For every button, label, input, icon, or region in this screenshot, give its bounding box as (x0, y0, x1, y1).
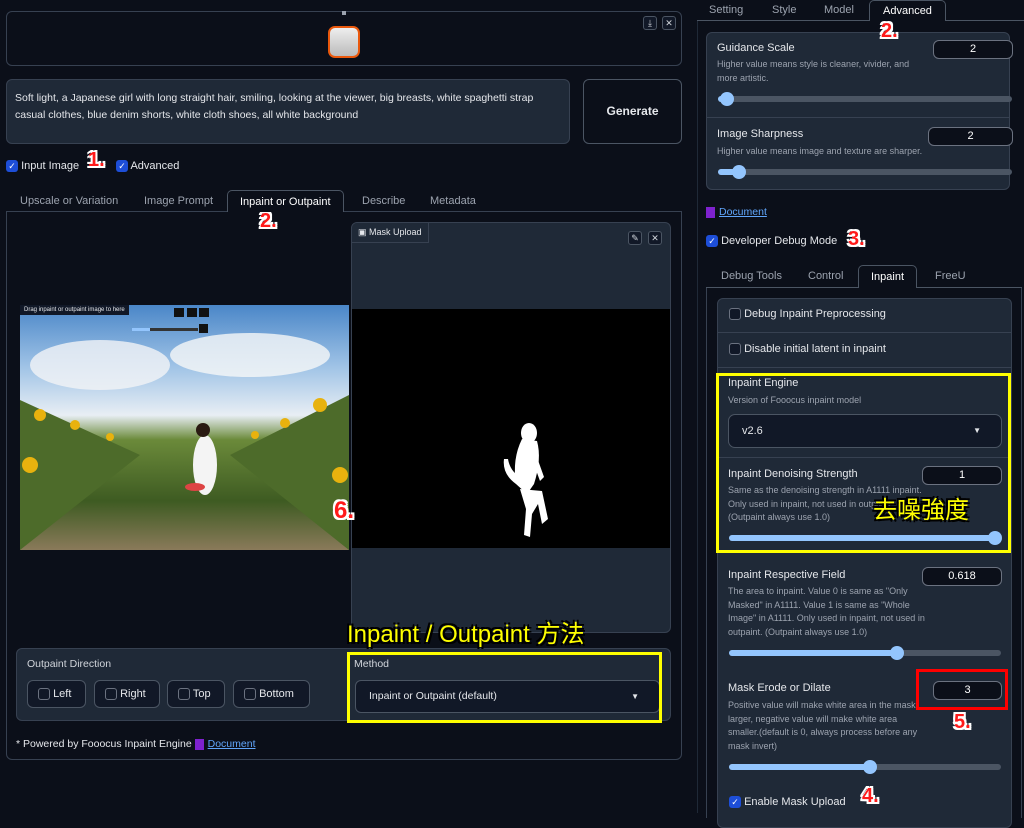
divider (718, 332, 1011, 333)
tab-debug-tools[interactable]: Debug Tools (709, 265, 794, 287)
close-icon[interactable]: ✕ (648, 231, 662, 245)
annotation-6: 6. (334, 497, 355, 524)
checkbox-icon (244, 688, 256, 701)
download-icon[interactable]: ⤓ (643, 16, 657, 30)
gallery-drag-handle[interactable] (342, 11, 346, 15)
checkbox-icon (178, 688, 190, 701)
right-divider (697, 21, 698, 813)
denoise-annotation: 去噪強度 (873, 497, 969, 524)
guidance-scale-input[interactable]: 2 (933, 40, 1013, 59)
annotation-2-right: 2. (881, 20, 898, 42)
inpaint-canvas[interactable]: Drag inpaint or outpaint image to here (20, 305, 349, 550)
tab-setting[interactable]: Setting (697, 0, 755, 20)
image-sharpness-desc: Higher value means image and texture are… (717, 146, 923, 156)
sunflower-field-photo (20, 333, 349, 550)
document-icon (706, 206, 715, 218)
tab-inpaint-or-outpaint[interactable]: Inpaint or Outpaint (227, 190, 344, 212)
tab-image-prompt[interactable]: Image Prompt (132, 190, 225, 212)
mask-erode-desc: Positive value will make white area in t… (728, 700, 918, 751)
input-image-checkbox[interactable]: ✓ Input Image (6, 160, 80, 173)
powered-by: * Powered by Fooocus Inpaint Engine Docu… (16, 738, 256, 750)
advanced-document: Document (706, 206, 767, 218)
guidance-scale-desc: Higher value means style is cleaner, viv… (717, 59, 910, 83)
checkbox-label: Advanced (130, 160, 180, 172)
input-image-tabs: Upscale or Variation Image Prompt Inpain… (6, 190, 682, 212)
divider (718, 367, 1011, 368)
guidance-scale-label: Guidance Scale (717, 42, 795, 54)
canvas-hint: Drag inpaint or outpaint image to here (20, 305, 129, 315)
close-icon[interactable] (199, 308, 209, 317)
tab-advanced[interactable]: Advanced (869, 0, 946, 21)
prompt-input[interactable]: Soft light, a Japanese girl with long st… (6, 79, 570, 144)
checkbox-icon (729, 343, 741, 356)
generate-button[interactable]: Generate (583, 79, 682, 144)
checkbox-icon (729, 308, 741, 321)
annotation-4: 4. (862, 785, 879, 807)
undo-icon[interactable] (174, 308, 184, 317)
mask-upload-label: ▣ Mask Upload (352, 223, 429, 243)
checkbox-label: Input Image (21, 160, 80, 172)
debug-subtabs: Debug Tools Control Inpaint FreeU (706, 265, 1022, 288)
mask-erode-label: Mask Erode or Dilate (728, 682, 831, 694)
check-icon: ✓ (116, 160, 128, 173)
check-icon: ✓ (729, 796, 741, 809)
tab-metadata[interactable]: Metadata (418, 190, 488, 212)
outpaint-direction-label: Outpaint Direction (27, 658, 112, 670)
respective-field-slider[interactable] (729, 646, 1001, 660)
document-icon (194, 738, 204, 750)
guidance-scale-slider[interactable] (718, 92, 1012, 106)
image-sharpness-label: Image Sharpness (717, 128, 804, 140)
check-icon: ✓ (6, 160, 18, 173)
brush-color-icon[interactable] (199, 324, 208, 333)
close-icon[interactable]: ✕ (662, 16, 676, 30)
method-annotation: Inpaint / Outpaint 方法 (347, 621, 585, 648)
respective-field-input[interactable]: 0.618 (922, 567, 1002, 586)
generated-image-thumbnail[interactable] (328, 26, 360, 58)
divider (707, 117, 1009, 118)
outpaint-bottom-checkbox[interactable]: Bottom (233, 680, 310, 708)
outpaint-left-checkbox[interactable]: Left (27, 680, 86, 708)
tab-inpaint[interactable]: Inpaint (858, 265, 918, 288)
annotation-5: 5. (954, 711, 971, 733)
outpaint-right-checkbox[interactable]: Right (94, 680, 160, 708)
checkbox-icon (38, 688, 50, 701)
settings-tabs: Setting Style Model Advanced (697, 0, 1024, 21)
tab-style[interactable]: Style (760, 0, 808, 20)
developer-debug-checkbox[interactable]: ✓ Developer Debug Mode (706, 235, 837, 248)
engine-highlight (716, 373, 1011, 553)
tab-control[interactable]: Control (796, 265, 855, 287)
image-sharpness-input[interactable]: 2 (928, 127, 1013, 146)
tab-model[interactable]: Model (812, 0, 866, 20)
respective-field-desc: The area to inpaint. Value 0 is same as … (728, 586, 925, 637)
image-sharpness-slider[interactable] (718, 165, 1012, 179)
method-highlight (347, 652, 662, 723)
tab-describe[interactable]: Describe (350, 190, 417, 212)
mask-erode-slider[interactable] (729, 760, 1001, 774)
respective-field-label: Inpaint Respective Field (728, 569, 846, 581)
annotation-1: 1. (88, 149, 105, 171)
mask-image (352, 309, 670, 548)
edit-icon[interactable]: ✎ (628, 231, 642, 245)
annotation-2-left: 2. (260, 210, 277, 232)
enable-mask-upload-checkbox[interactable]: ✓ Enable Mask Upload (729, 796, 846, 809)
clear-icon[interactable] (187, 308, 197, 317)
check-icon: ✓ (706, 235, 718, 248)
debug-preprocessing-checkbox[interactable]: Debug Inpaint Preprocessing (729, 308, 886, 321)
disable-latent-checkbox[interactable]: Disable initial latent in inpaint (729, 343, 886, 356)
mask-upload[interactable]: ▣ Mask Upload ✎ ✕ (351, 222, 671, 633)
tab-freeu[interactable]: FreeU (923, 265, 978, 287)
brush-size-slider[interactable] (132, 328, 198, 331)
erode-highlight (916, 669, 1008, 710)
checkbox-icon (105, 688, 117, 701)
annotation-3: 3. (848, 228, 865, 250)
document-link[interactable]: Document (719, 206, 767, 218)
tab-upscale-or-variation[interactable]: Upscale or Variation (8, 190, 130, 212)
image-icon: ▣ (358, 227, 367, 237)
outpaint-top-checkbox[interactable]: Top (167, 680, 225, 708)
document-link[interactable]: Document (208, 738, 256, 750)
advanced-checkbox[interactable]: ✓ Advanced (116, 160, 180, 173)
